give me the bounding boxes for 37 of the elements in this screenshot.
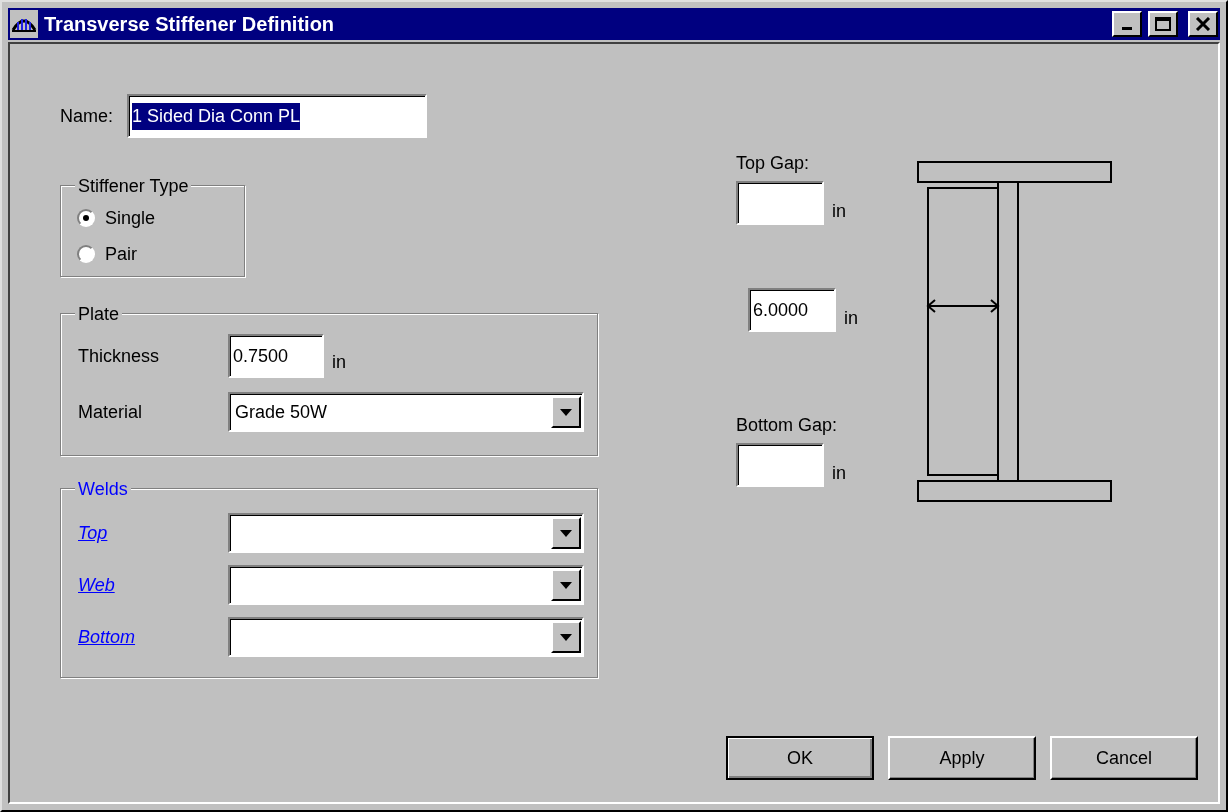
weld-dropdown[interactable] [228, 617, 584, 657]
maximize-button[interactable] [1148, 11, 1178, 37]
weld-link[interactable]: Top [78, 522, 108, 543]
radio-button[interactable] [77, 245, 95, 263]
bridge-icon [10, 10, 38, 38]
dialog-button[interactable]: Apply [888, 736, 1036, 780]
window-title: Transverse Stiffener Definition [44, 12, 336, 37]
width-field[interactable]: 6.0000 [748, 288, 836, 332]
dialog-button[interactable]: Cancel [1050, 736, 1198, 780]
unit-label: in [832, 462, 846, 485]
close-button[interactable] [1188, 11, 1218, 37]
weld-link[interactable]: Bottom [78, 626, 136, 647]
minimize-icon [1122, 26, 1132, 30]
close-icon [1195, 17, 1211, 31]
thickness-field[interactable]: 0.7500 [228, 334, 324, 378]
top-gap-field[interactable] [736, 181, 824, 225]
radio-label: Single [105, 206, 156, 230]
name-field[interactable]: 1 Sided Dia Conn PL [127, 94, 427, 138]
unit-label: in [844, 307, 858, 330]
radio-button[interactable] [77, 209, 95, 227]
weld-dropdown[interactable] [228, 565, 584, 605]
weld-dropdown[interactable] [228, 513, 584, 553]
bottom-gap-label: Bottom Gap: [736, 414, 839, 437]
thickness-label: Thickness [78, 344, 161, 368]
material-dropdown[interactable]: Grade 50W [228, 392, 584, 432]
top-gap-label: Top Gap: [736, 152, 811, 175]
selected-text: 1 Sided Dia Conn PL [132, 102, 301, 130]
maximize-icon [1155, 17, 1171, 31]
unit-label: in [832, 200, 846, 223]
name-label: Name: [60, 104, 113, 128]
bottom-gap-field[interactable] [736, 443, 824, 487]
dialog-button[interactable]: OK [726, 736, 874, 780]
radio-label: Pair [105, 242, 137, 266]
minimize-button[interactable] [1112, 11, 1142, 37]
material-label: Material [78, 400, 144, 424]
weld-link[interactable]: Web [78, 574, 115, 595]
unit-label: in [332, 350, 346, 374]
